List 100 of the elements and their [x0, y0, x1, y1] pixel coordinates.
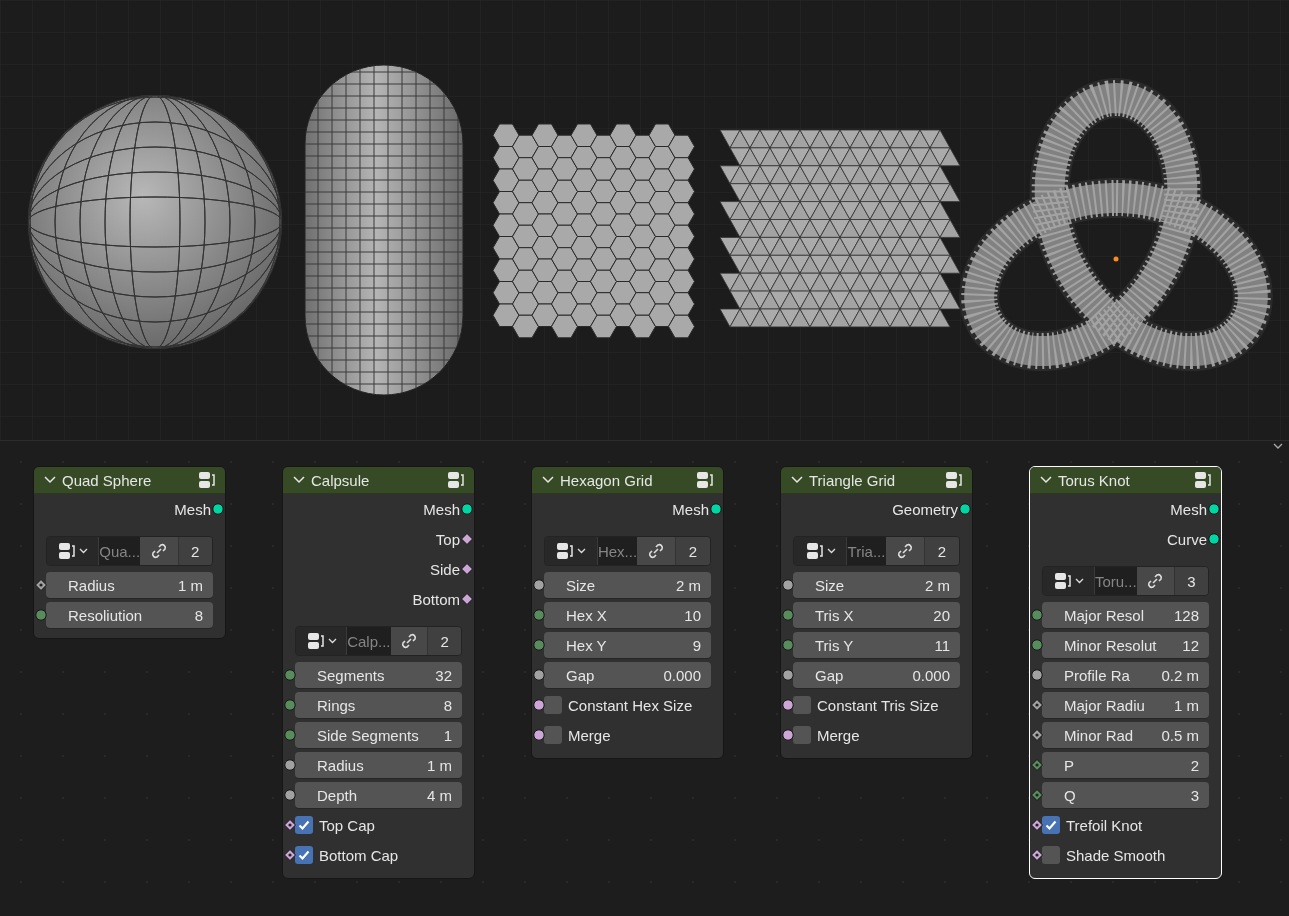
number-field[interactable]: Size 2 m: [544, 572, 711, 598]
node-header[interactable]: Torus Knot: [1030, 467, 1221, 494]
input-socket[interactable]: [1031, 699, 1043, 711]
output-label: Curve: [1167, 530, 1207, 548]
output-label: Side: [429, 560, 460, 578]
chevron-icon[interactable]: [44, 476, 56, 484]
output-label: Top: [435, 530, 460, 548]
collapse-chevron-icon[interactable]: [1273, 443, 1283, 450]
checkbox[interactable]: [544, 696, 562, 714]
input-socket[interactable]: [1031, 729, 1043, 741]
checkbox[interactable]: [295, 816, 313, 834]
input-socket[interactable]: [1031, 849, 1043, 861]
stacked-boxes-icon: [1193, 470, 1213, 490]
number-field[interactable]: Resoliution 8: [46, 602, 213, 628]
chevron-icon[interactable]: [542, 476, 554, 484]
input-socket[interactable]: [533, 609, 545, 621]
checkbox-label: Merge: [568, 726, 611, 744]
node-header[interactable]: Triangle Grid: [781, 467, 972, 494]
number-field[interactable]: Radius 1 m: [295, 752, 462, 778]
output-label: Mesh: [174, 500, 211, 518]
checkbox[interactable]: [295, 846, 313, 864]
input-socket[interactable]: [533, 729, 545, 741]
input-socket[interactable]: [782, 609, 794, 621]
checkbox[interactable]: [1042, 816, 1060, 834]
input-socket[interactable]: [533, 639, 545, 651]
input-socket[interactable]: [35, 609, 47, 621]
output-socket[interactable]: [1208, 503, 1220, 515]
input-socket[interactable]: [1031, 609, 1043, 621]
number-field[interactable]: Profile Ra 0.2 m: [1042, 662, 1209, 688]
number-field[interactable]: Gap 0.000: [544, 662, 711, 688]
output-socket[interactable]: [1208, 533, 1220, 545]
checkbox[interactable]: [793, 726, 811, 744]
input-socket[interactable]: [1031, 639, 1043, 651]
checkbox-label: Merge: [817, 726, 860, 744]
input-socket[interactable]: [533, 579, 545, 591]
output-socket[interactable]: [212, 503, 224, 515]
node-header[interactable]: Quad Sphere: [34, 467, 225, 494]
node-title: Hexagon Grid: [560, 471, 654, 489]
node-header[interactable]: Hexagon Grid: [532, 467, 723, 494]
input-socket[interactable]: [284, 849, 296, 861]
input-socket[interactable]: [1031, 759, 1043, 771]
number-field[interactable]: Radius 1 m: [46, 572, 213, 598]
input-socket[interactable]: [284, 729, 296, 741]
output-socket[interactable]: [461, 593, 473, 605]
input-socket[interactable]: [1031, 789, 1043, 801]
input-socket[interactable]: [533, 699, 545, 711]
output-socket[interactable]: [461, 533, 473, 545]
output-label: Geometry: [892, 500, 958, 518]
number-field[interactable]: Depth 4 m: [295, 782, 462, 808]
checkbox[interactable]: [1042, 846, 1060, 864]
output-socket[interactable]: [461, 563, 473, 575]
number-field[interactable]: Gap 0.000: [793, 662, 960, 688]
stacked-boxes-icon: [446, 470, 466, 490]
input-socket[interactable]: [35, 579, 47, 591]
number-field[interactable]: Hex Y 9: [544, 632, 711, 658]
input-socket[interactable]: [782, 669, 794, 681]
number-field[interactable]: Minor Resolut 12: [1042, 632, 1209, 658]
checkbox[interactable]: [793, 696, 811, 714]
output-socket[interactable]: [461, 503, 473, 515]
number-field[interactable]: P 2: [1042, 752, 1209, 778]
input-socket[interactable]: [782, 579, 794, 591]
output-label: Bottom: [412, 590, 460, 608]
input-socket[interactable]: [284, 669, 296, 681]
input-socket[interactable]: [284, 819, 296, 831]
checkbox-label: Shade Smooth: [1066, 846, 1166, 864]
number-field[interactable]: Major Radiu 1 m: [1042, 692, 1209, 718]
number-field[interactable]: Tris X 20: [793, 602, 960, 628]
chevron-icon[interactable]: [791, 476, 803, 484]
chevron-icon[interactable]: [293, 476, 305, 484]
checkbox-label: Constant Tris Size: [817, 696, 939, 714]
number-field[interactable]: Tris Y 11: [793, 632, 960, 658]
number-field[interactable]: Segments 32: [295, 662, 462, 688]
checkbox[interactable]: [544, 726, 562, 744]
number-field[interactable]: Minor Rad 0.5 m: [1042, 722, 1209, 748]
number-field[interactable]: Q 3: [1042, 782, 1209, 808]
stacked-boxes-icon: [695, 470, 715, 490]
input-socket[interactable]: [782, 699, 794, 711]
checkbox-label: Bottom Cap: [319, 846, 399, 864]
output-socket[interactable]: [959, 503, 971, 515]
chevron-icon[interactable]: [1040, 476, 1052, 484]
input-socket[interactable]: [284, 759, 296, 771]
input-socket[interactable]: [1031, 819, 1043, 831]
output-socket[interactable]: [710, 503, 722, 515]
number-field[interactable]: Rings 8: [295, 692, 462, 718]
number-field[interactable]: Hex X 10: [544, 602, 711, 628]
input-socket[interactable]: [284, 699, 296, 711]
input-socket[interactable]: [284, 789, 296, 801]
output-label: Mesh: [1170, 500, 1207, 518]
checkbox-label: Constant Hex Size: [568, 696, 693, 714]
input-socket[interactable]: [782, 639, 794, 651]
input-socket[interactable]: [533, 669, 545, 681]
node-title: Triangle Grid: [809, 471, 897, 489]
number-field[interactable]: Major Resol 128: [1042, 602, 1209, 628]
stacked-boxes-icon: [944, 470, 964, 490]
input-socket[interactable]: [1031, 669, 1043, 681]
input-socket[interactable]: [782, 729, 794, 741]
number-field[interactable]: Size 2 m: [793, 572, 960, 598]
output-label: Mesh: [672, 500, 709, 518]
node-header[interactable]: Calpsule: [283, 467, 474, 494]
number-field[interactable]: Side Segments 1: [295, 722, 462, 748]
